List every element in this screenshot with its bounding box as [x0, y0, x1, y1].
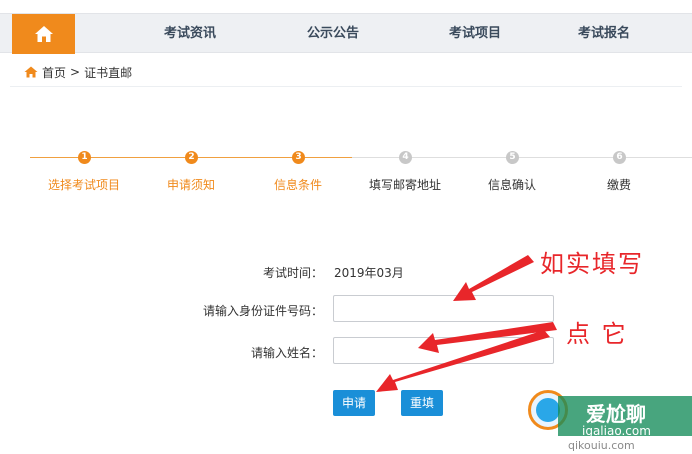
home-button[interactable] [12, 14, 75, 54]
watermark-brand: 爱尬聊 [586, 402, 646, 426]
breadcrumb: 首页 > 证书直邮 [24, 62, 132, 82]
step-6-label: 缴费 [606, 178, 631, 192]
step-4-marker: 4 [399, 151, 412, 164]
home-icon [24, 66, 38, 78]
step-4-label: 填写邮寄地址 [368, 178, 441, 192]
apply-button[interactable]: 申请 [333, 390, 376, 416]
nav-item-exam-projects[interactable]: 考试项目 [449, 14, 501, 54]
name-input[interactable] [333, 337, 554, 364]
step-1-marker: 1 [78, 151, 91, 164]
nav-item-exam-registration[interactable]: 考试报名 [578, 14, 630, 54]
exam-time-label: 考试时间： [262, 266, 323, 280]
name-label: 请输入姓名： [250, 346, 323, 360]
home-icon [34, 26, 53, 42]
breadcrumb-current: 证书直邮 [84, 65, 133, 80]
watermark-url: igaliao.com [582, 424, 651, 438]
breadcrumb-home-link[interactable]: 首页 [42, 64, 66, 81]
breadcrumb-separator: > [70, 65, 81, 79]
watermark-logo-icon [536, 398, 560, 422]
watermark-sub: qikouiu.com [568, 439, 635, 452]
annotation-click-it: 点 它 [566, 320, 628, 348]
step-2-label: 申请须知 [166, 178, 215, 192]
watermark: 爱尬聊 igaliao.com qikouiu.com [528, 376, 692, 454]
step-6-marker: 6 [613, 151, 626, 164]
top-nav-bar: 考试资讯 公示公告 考试项目 考试报名 [0, 13, 692, 54]
step-5-marker: 5 [506, 151, 519, 164]
step-1-label: 选择考试项目 [47, 178, 120, 192]
exam-time-value: 2019年03月 [334, 266, 404, 280]
id-number-label: 请输入身份证件号码： [202, 304, 323, 318]
nav-item-announcements[interactable]: 公示公告 [307, 14, 359, 54]
page: 考试资讯 公示公告 考试项目 考试报名 首页 > 证书直邮 1 2 3 4 5 … [0, 0, 692, 454]
annotation-fill-truthfully: 如实填写 [540, 250, 644, 278]
nav-item-exam-news[interactable]: 考试资讯 [164, 14, 216, 54]
id-number-input[interactable] [333, 295, 554, 322]
step-3-label: 信息条件 [273, 178, 322, 192]
step-5-label: 信息确认 [487, 178, 536, 192]
step-2-marker: 2 [185, 151, 198, 164]
reset-button[interactable]: 重填 [401, 390, 444, 416]
divider [10, 86, 682, 87]
step-3-marker: 3 [292, 151, 305, 164]
